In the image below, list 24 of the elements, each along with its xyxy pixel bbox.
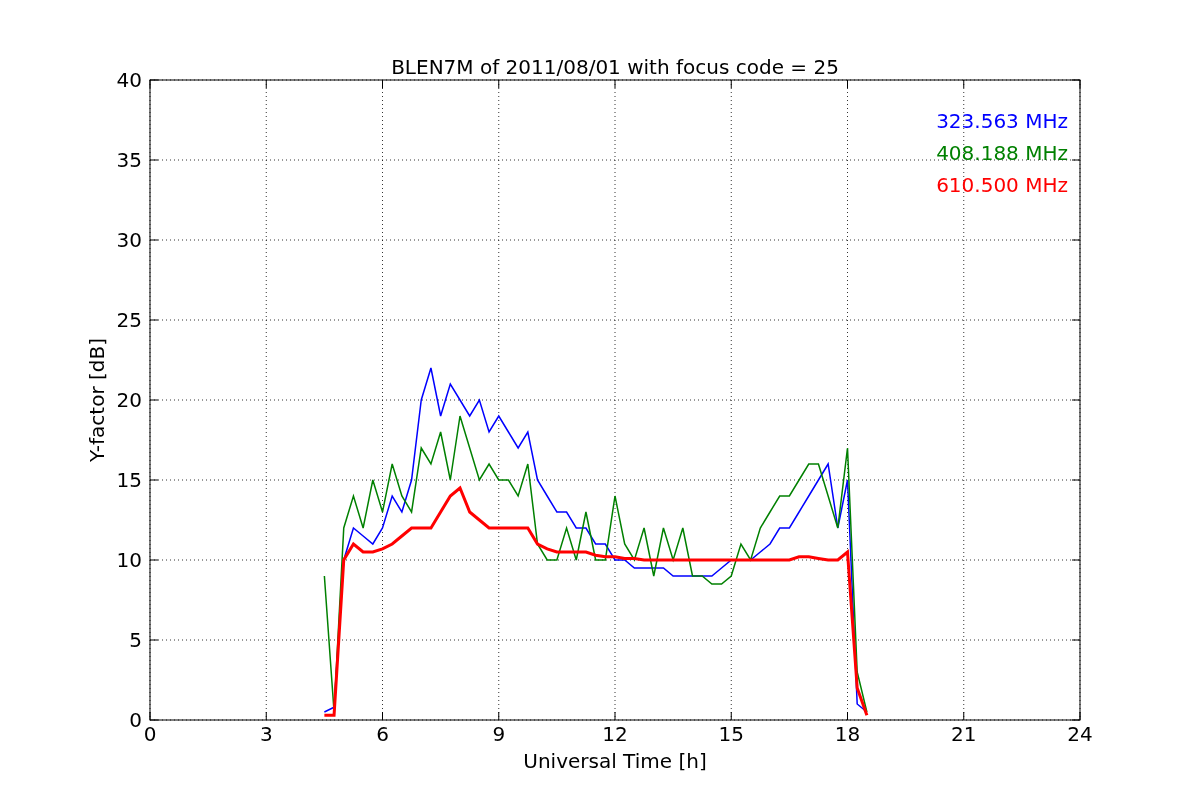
legend-label: 323.563 MHz <box>936 109 1068 133</box>
legend-label: 408.188 MHz <box>936 141 1068 165</box>
x-tick-label: 24 <box>1067 722 1093 746</box>
y-tick-label: 0 <box>129 708 142 732</box>
y-axis-title: Y-factor [dB] <box>85 338 109 462</box>
chart-title: BLEN7M of 2011/08/01 with focus code = 25 <box>391 55 839 79</box>
x-tick-label: 15 <box>718 722 744 746</box>
legend-label: 610.500 MHz <box>936 173 1068 197</box>
y-tick-label: 30 <box>116 228 142 252</box>
y-tick-label: 25 <box>116 308 142 332</box>
x-tick-label: 0 <box>143 722 157 746</box>
y-tick-label: 35 <box>116 148 142 172</box>
y-tick-label: 10 <box>116 548 142 572</box>
y-tick-label: 5 <box>129 628 142 652</box>
y-tick-label: 20 <box>116 388 142 412</box>
y-tick-label: 40 <box>116 68 142 92</box>
x-tick-label: 18 <box>834 722 861 746</box>
x-tick-label: 6 <box>376 722 389 746</box>
x-tick-label: 12 <box>602 722 628 746</box>
x-axis-title: Universal Time [h] <box>523 749 707 773</box>
x-tick-label: 3 <box>259 722 273 746</box>
x-tick-label: 9 <box>492 722 506 746</box>
y-tick-label: 15 <box>116 468 142 492</box>
x-tick-label: 21 <box>951 722 977 746</box>
